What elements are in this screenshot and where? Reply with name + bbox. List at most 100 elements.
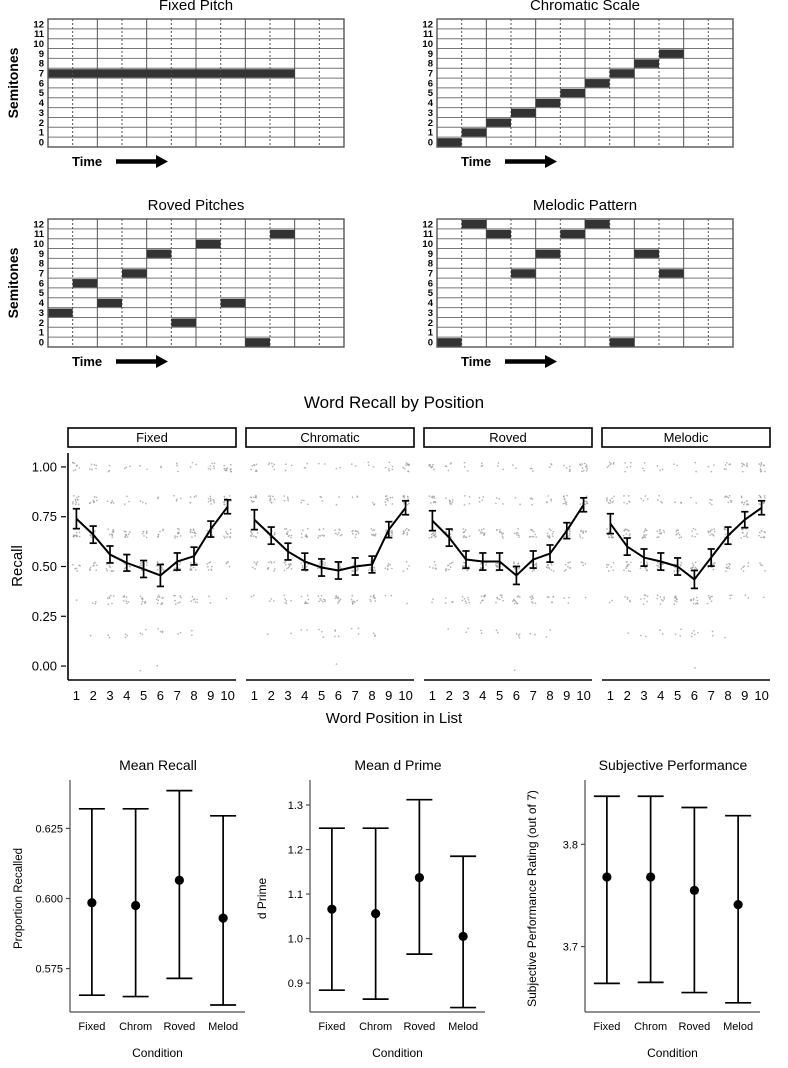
recall-jitter-point: [124, 633, 127, 636]
recall-jitter-point: [211, 462, 213, 465]
recall-jitter-point: [112, 502, 115, 504]
recall-jitter-point: [462, 565, 464, 568]
pitch-note-bar: [72, 69, 98, 78]
recall-jitter-point: [255, 496, 257, 499]
pitch-panel-title: Roved Pitches: [148, 197, 245, 214]
recall-jitter-point: [273, 463, 276, 466]
recall-jitter-point: [657, 536, 660, 538]
recall-jitter-point: [210, 503, 213, 505]
recall-jitter-point: [161, 568, 164, 570]
recall-jitter-point: [547, 495, 550, 497]
recall-jitter-point: [252, 535, 255, 537]
recall-jitter-point: [228, 565, 231, 568]
recall-jitter-point: [206, 563, 209, 565]
recall-jitter-point: [337, 635, 340, 638]
pitch-note-bar: [535, 98, 561, 108]
recall-jitter-point: [724, 533, 727, 536]
recall-jitter-point: [408, 502, 410, 505]
recall-jitter-point: [566, 565, 569, 568]
recall-jitter-point: [451, 501, 454, 504]
summary-x-tick-label: Chrom: [119, 1021, 152, 1033]
recall-jitter-point: [431, 601, 433, 604]
recall-jitter-point: [402, 466, 405, 469]
recall-x-tick-label: 7: [708, 688, 715, 703]
recall-jitter-point: [180, 596, 182, 599]
recall-jitter-point: [191, 531, 194, 534]
recall-jitter-point: [711, 595, 713, 598]
recall-jitter-point: [391, 468, 394, 471]
recall-jitter-point: [94, 602, 97, 605]
recall-jitter-point: [195, 495, 198, 497]
recall-jitter-point: [207, 500, 210, 503]
summary-x-tick-label: Fixed: [318, 1021, 345, 1033]
recall-jitter-point: [581, 470, 583, 473]
recall-jitter-point: [71, 563, 74, 566]
recall-x-tick-label: 1: [429, 688, 436, 703]
recall-x-tick-label: 9: [563, 688, 570, 703]
recall-jitter-point: [108, 533, 111, 536]
recall-jitter-point: [579, 536, 582, 538]
recall-jitter-point: [127, 533, 130, 536]
recall-jitter-point: [141, 600, 144, 603]
recall-jitter-point: [448, 568, 450, 571]
recall-jitter-point: [373, 535, 376, 537]
recall-jitter-point: [356, 495, 359, 498]
recall-jitter-point: [464, 529, 467, 531]
recall-jitter-point: [322, 598, 325, 601]
recall-jitter-point: [191, 595, 194, 598]
recall-jitter-point: [462, 528, 465, 530]
recall-jitter-point: [229, 532, 232, 534]
recall-jitter-point: [304, 466, 307, 469]
recall-jitter-point: [403, 494, 405, 497]
recall-jitter-point: [356, 599, 359, 602]
recall-jitter-point: [563, 464, 565, 467]
recall-jitter-point: [517, 562, 519, 565]
recall-jitter-point: [432, 532, 435, 535]
recall-jitter-point: [255, 494, 257, 497]
recall-jitter-point: [108, 464, 111, 467]
recall-jitter-point: [468, 496, 471, 498]
recall-jitter-point: [644, 635, 647, 638]
recall-x-tick-label: 5: [318, 688, 325, 703]
recall-jitter-point: [518, 596, 521, 598]
pitch-note-bar: [609, 69, 635, 78]
recall-x-tick-label: 6: [513, 688, 520, 703]
recall-jitter-point: [301, 564, 304, 567]
recall-jitter-point: [350, 627, 353, 630]
recall-jitter-point: [229, 535, 231, 538]
recall-jitter-point: [406, 503, 409, 506]
recall-jitter-point: [286, 496, 289, 499]
recall-jitter-point: [267, 463, 270, 466]
recall-jitter-point: [740, 537, 742, 539]
recall-jitter-point: [727, 501, 730, 504]
recall-jitter-point: [569, 567, 572, 569]
recall-jitter-point: [579, 503, 582, 505]
recall-jitter-point: [656, 536, 658, 539]
recall-jitter-point: [534, 633, 536, 636]
recall-jitter-point: [515, 633, 518, 635]
recall-jitter-point: [89, 634, 92, 637]
summary-y-tick-label: 0.9: [288, 978, 303, 990]
recall-jitter-point: [762, 464, 765, 467]
recall-jitter-point: [228, 495, 231, 497]
recall-jitter-point: [695, 470, 697, 473]
recall-jitter-point: [253, 464, 256, 467]
recall-jitter-point: [565, 503, 568, 506]
summary-mean-point: [414, 872, 424, 883]
recall-x-tick-label: 1: [607, 688, 614, 703]
recall-jitter-point: [223, 464, 226, 467]
recall-jitter-point: [516, 534, 518, 536]
recall-jitter-point: [93, 463, 96, 466]
recall-y-tick-label: 0.25: [32, 609, 57, 624]
recall-x-tick-label: 1: [251, 688, 258, 703]
recall-jitter-point: [661, 633, 664, 635]
recall-jitter-point: [728, 463, 731, 466]
recall-jitter-point: [646, 561, 648, 564]
recall-jitter-point: [125, 534, 128, 537]
recall-jitter-point: [644, 567, 647, 569]
recall-jitter-point: [191, 629, 193, 632]
recall-jitter-point: [174, 603, 177, 605]
recall-jitter-point: [562, 502, 565, 505]
recall-jitter-point: [384, 594, 387, 597]
recall-jitter-point: [465, 602, 468, 604]
